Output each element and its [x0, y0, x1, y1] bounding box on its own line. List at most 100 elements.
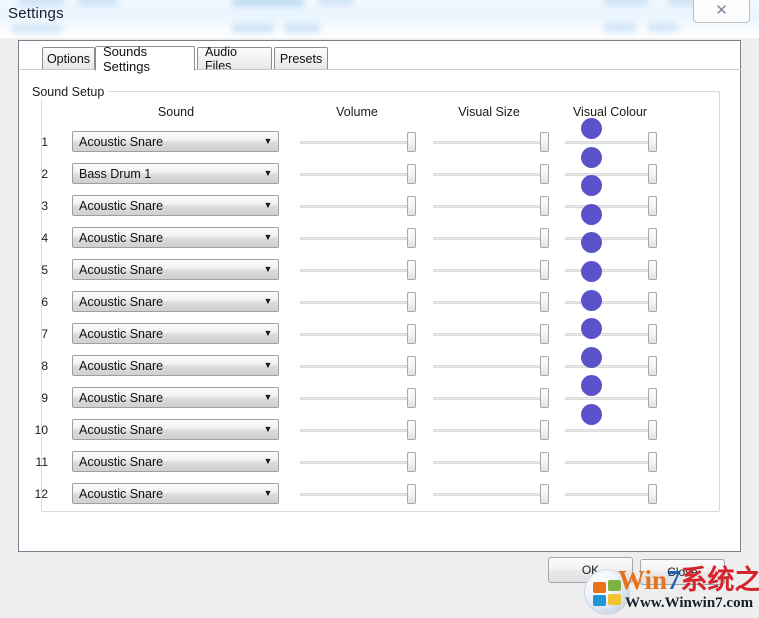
slider-thumb[interactable]: [407, 452, 416, 472]
volume-slider[interactable]: [300, 196, 416, 216]
volume-slider[interactable]: [300, 292, 416, 312]
visual-size-slider[interactable]: [433, 452, 549, 472]
slider-thumb[interactable]: [540, 484, 549, 504]
slider-thumb[interactable]: [648, 356, 657, 376]
visual-colour-swatch[interactable]: [581, 318, 602, 339]
slider-thumb[interactable]: [407, 356, 416, 376]
sound-select[interactable]: Acoustic Snare▼: [72, 195, 279, 216]
visual-colour-swatch[interactable]: [581, 118, 602, 139]
tab-presets[interactable]: Presets: [274, 47, 328, 70]
visual-size-slider[interactable]: [433, 196, 549, 216]
sound-select[interactable]: Acoustic Snare▼: [72, 419, 279, 440]
slider-thumb[interactable]: [407, 324, 416, 344]
volume-slider[interactable]: [300, 228, 416, 248]
visual-colour-slider[interactable]: [565, 196, 657, 216]
visual-colour-swatch[interactable]: [581, 290, 602, 311]
visual-colour-slider[interactable]: [565, 132, 657, 152]
visual-colour-slider[interactable]: [565, 484, 657, 504]
slider-thumb[interactable]: [540, 132, 549, 152]
visual-colour-swatch[interactable]: [581, 232, 602, 253]
visual-size-slider[interactable]: [433, 388, 549, 408]
visual-size-slider[interactable]: [433, 228, 549, 248]
volume-slider[interactable]: [300, 452, 416, 472]
visual-colour-swatch[interactable]: [581, 147, 602, 168]
slider-thumb[interactable]: [407, 164, 416, 184]
slider-thumb[interactable]: [540, 292, 549, 312]
slider-thumb[interactable]: [648, 132, 657, 152]
visual-colour-slider[interactable]: [565, 420, 657, 440]
slider-thumb[interactable]: [407, 420, 416, 440]
slider-thumb[interactable]: [540, 196, 549, 216]
sound-select[interactable]: Acoustic Snare▼: [72, 227, 279, 248]
sound-select[interactable]: Acoustic Snare▼: [72, 387, 279, 408]
visual-colour-swatch[interactable]: [581, 375, 602, 396]
visual-colour-slider[interactable]: [565, 388, 657, 408]
sound-select[interactable]: Acoustic Snare▼: [72, 259, 279, 280]
visual-size-slider[interactable]: [433, 356, 549, 376]
visual-colour-swatch[interactable]: [581, 204, 602, 225]
visual-colour-slider[interactable]: [565, 228, 657, 248]
sound-select[interactable]: Bass Drum 1▼: [72, 163, 279, 184]
visual-size-slider[interactable]: [433, 164, 549, 184]
visual-colour-swatch[interactable]: [581, 404, 602, 425]
slider-thumb[interactable]: [407, 260, 416, 280]
slider-thumb[interactable]: [540, 420, 549, 440]
slider-thumb[interactable]: [648, 260, 657, 280]
tab-options[interactable]: Options: [42, 47, 95, 70]
visual-size-slider[interactable]: [433, 484, 549, 504]
ok-button[interactable]: OK: [548, 557, 633, 583]
slider-thumb[interactable]: [648, 388, 657, 408]
slider-thumb[interactable]: [540, 356, 549, 376]
visual-size-slider[interactable]: [433, 132, 549, 152]
visual-colour-slider[interactable]: [565, 164, 657, 184]
volume-slider[interactable]: [300, 324, 416, 344]
slider-thumb[interactable]: [407, 388, 416, 408]
slider-thumb[interactable]: [540, 324, 549, 344]
volume-slider[interactable]: [300, 420, 416, 440]
slider-thumb[interactable]: [540, 164, 549, 184]
slider-thumb[interactable]: [540, 228, 549, 248]
slider-thumb[interactable]: [648, 484, 657, 504]
slider-thumb[interactable]: [540, 388, 549, 408]
visual-colour-slider[interactable]: [565, 324, 657, 344]
sound-select[interactable]: Acoustic Snare▼: [72, 291, 279, 312]
sound-select[interactable]: Acoustic Snare▼: [72, 451, 279, 472]
sound-select[interactable]: Acoustic Snare▼: [72, 483, 279, 504]
volume-slider[interactable]: [300, 260, 416, 280]
visual-size-slider[interactable]: [433, 324, 549, 344]
visual-size-slider[interactable]: [433, 292, 549, 312]
visual-colour-swatch[interactable]: [581, 175, 602, 196]
slider-thumb[interactable]: [648, 164, 657, 184]
slider-thumb[interactable]: [648, 292, 657, 312]
slider-thumb[interactable]: [540, 452, 549, 472]
visual-colour-slider[interactable]: [565, 356, 657, 376]
volume-slider[interactable]: [300, 484, 416, 504]
close-button[interactable]: ✕: [693, 0, 750, 23]
tab-audio-files[interactable]: Audio Files: [197, 47, 272, 70]
visual-colour-slider[interactable]: [565, 292, 657, 312]
slider-thumb[interactable]: [407, 228, 416, 248]
sound-select[interactable]: Acoustic Snare▼: [72, 131, 279, 152]
slider-thumb[interactable]: [648, 196, 657, 216]
volume-slider[interactable]: [300, 356, 416, 376]
slider-thumb[interactable]: [648, 324, 657, 344]
tab-sounds-settings[interactable]: Sounds Settings: [95, 46, 195, 71]
slider-thumb[interactable]: [407, 484, 416, 504]
slider-thumb[interactable]: [407, 132, 416, 152]
sound-select[interactable]: Acoustic Snare▼: [72, 355, 279, 376]
close-dialog-button[interactable]: Close: [640, 559, 725, 585]
slider-thumb[interactable]: [648, 452, 657, 472]
visual-colour-swatch[interactable]: [581, 261, 602, 282]
visual-size-slider[interactable]: [433, 420, 549, 440]
slider-thumb[interactable]: [407, 292, 416, 312]
slider-thumb[interactable]: [648, 420, 657, 440]
slider-thumb[interactable]: [648, 228, 657, 248]
visual-colour-swatch[interactable]: [581, 347, 602, 368]
visual-size-slider[interactable]: [433, 260, 549, 280]
volume-slider[interactable]: [300, 132, 416, 152]
sound-select[interactable]: Acoustic Snare▼: [72, 323, 279, 344]
visual-colour-slider[interactable]: [565, 452, 657, 472]
slider-thumb[interactable]: [407, 196, 416, 216]
slider-thumb[interactable]: [540, 260, 549, 280]
visual-colour-slider[interactable]: [565, 260, 657, 280]
